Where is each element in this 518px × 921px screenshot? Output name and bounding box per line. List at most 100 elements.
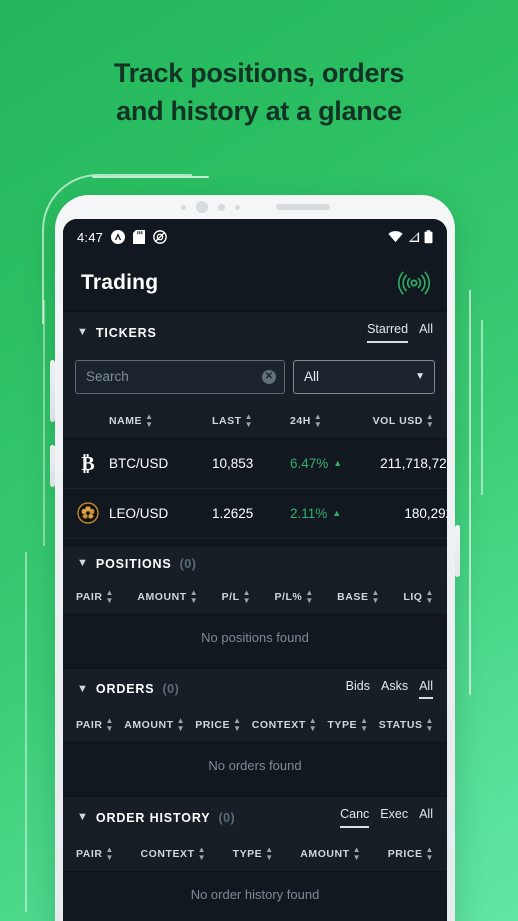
column-header-price[interactable]: PRICE ▲ ▼ bbox=[387, 844, 434, 862]
column-header-pair[interactable]: PAIR ▲ ▼ bbox=[76, 844, 114, 862]
column-label: PRICE bbox=[387, 847, 423, 860]
column-label: P/L% bbox=[274, 590, 303, 603]
sort-icon: ▲ ▼ bbox=[105, 587, 114, 605]
column-label: P/L bbox=[221, 590, 240, 603]
column-label: PRICE bbox=[195, 719, 231, 731]
sort-icon: ▲ ▼ bbox=[105, 844, 114, 862]
table-row[interactable]: LEO/USD 1.2625 2.11% ▲ 180,292 bbox=[63, 488, 447, 539]
column-header-liq[interactable]: LIQ ▲ ▼ bbox=[403, 588, 434, 605]
column-header-type[interactable]: TYPE ▲ ▼ bbox=[327, 717, 368, 733]
column-header-pair[interactable]: PAIR ▲ ▼ bbox=[76, 717, 114, 733]
sort-icon: ▲ ▼ bbox=[313, 411, 323, 429]
column-header-pl-pct[interactable]: P/L% ▲ ▼ bbox=[274, 588, 313, 605]
column-header-name[interactable]: NAME ▲ ▼ bbox=[76, 411, 212, 429]
section-header-tickers[interactable]: ▼ TICKERS Starred All bbox=[63, 311, 447, 352]
chevron-down-icon: ▼ bbox=[77, 682, 88, 695]
section-header-orders[interactable]: ▼ ORDERS (0) Bids Asks All bbox=[63, 667, 447, 708]
ticker-filter-select[interactable]: All ▼ bbox=[293, 359, 435, 394]
column-label: PAIR bbox=[76, 590, 103, 603]
search-input[interactable]: Search ✕ bbox=[75, 359, 285, 394]
order-history-tab-group: Canc Exec All bbox=[340, 808, 433, 828]
hat-icon bbox=[111, 230, 126, 244]
column-header-last[interactable]: LAST ▲ ▼ bbox=[212, 412, 290, 429]
column-label: TYPE bbox=[232, 847, 263, 860]
tab-orders-asks[interactable]: Asks bbox=[381, 679, 408, 700]
sensor-dot-icon bbox=[180, 204, 186, 210]
clear-search-icon[interactable]: ✕ bbox=[262, 369, 276, 384]
column-label: BASE bbox=[337, 590, 369, 603]
tab-tickers-all[interactable]: All bbox=[419, 323, 433, 343]
sort-icon: ▲ ▼ bbox=[425, 844, 434, 862]
ticker-volume-usd: 211,718,724 bbox=[380, 455, 447, 471]
side-button-right[interactable] bbox=[455, 525, 460, 577]
sort-icon: ▲ ▼ bbox=[308, 716, 318, 733]
tickers-tab-group: Starred All bbox=[367, 323, 433, 343]
search-placeholder: Search bbox=[86, 369, 129, 384]
chevron-down-icon: ▼ bbox=[77, 326, 88, 339]
column-label: NAME bbox=[109, 414, 143, 427]
headline-line-1: Track positions, orders bbox=[113, 58, 405, 88]
section-title-positions: POSITIONS bbox=[95, 556, 172, 571]
ticker-name: LEO/USD bbox=[109, 505, 169, 521]
volume-button[interactable] bbox=[50, 360, 55, 422]
column-header-24h[interactable]: 24H ▲ ▼ bbox=[290, 411, 323, 429]
column-header-context[interactable]: CONTEXT ▲ ▼ bbox=[140, 844, 207, 862]
chevron-down-icon: ▼ bbox=[77, 811, 88, 824]
column-header-pl[interactable]: P/L ▲ ▼ bbox=[221, 587, 252, 605]
sensor-dot-icon bbox=[217, 203, 225, 211]
column-header-context[interactable]: CONTEXT ▲ ▼ bbox=[252, 717, 318, 733]
tab-history-exec[interactable]: Exec bbox=[380, 808, 408, 828]
orders-empty-state: No orders found bbox=[63, 743, 447, 790]
battery-icon bbox=[424, 230, 433, 244]
decorative-line-right-inner bbox=[481, 320, 483, 495]
column-label: TYPE bbox=[327, 719, 358, 731]
column-header-type[interactable]: TYPE ▲ ▼ bbox=[232, 845, 274, 862]
tab-orders-all[interactable]: All bbox=[419, 679, 433, 699]
power-button[interactable] bbox=[50, 445, 55, 487]
chevron-down-icon: ▼ bbox=[77, 557, 88, 569]
column-header-amount[interactable]: AMOUNT ▲ ▼ bbox=[300, 844, 362, 862]
sort-icon: ▲ ▼ bbox=[145, 411, 154, 429]
app-bar: Trading bbox=[63, 255, 447, 311]
sort-icon: ▲ ▼ bbox=[352, 844, 362, 862]
sensor-dot-icon bbox=[234, 204, 240, 210]
sort-icon: ▲ ▼ bbox=[371, 587, 380, 605]
column-header-status[interactable]: STATUS ▲ ▼ bbox=[379, 717, 434, 733]
broadcast-icon[interactable] bbox=[397, 270, 431, 296]
decorative-line-left-upper bbox=[43, 300, 45, 546]
sort-icon: ▲ ▼ bbox=[242, 587, 252, 605]
tab-history-all[interactable]: All bbox=[419, 808, 433, 828]
phone-sensor-cluster bbox=[55, 195, 455, 219]
sort-icon: ▲ ▼ bbox=[360, 716, 369, 733]
column-label: CONTEXT bbox=[251, 719, 306, 731]
positions-empty-state: No positions found bbox=[63, 614, 447, 662]
section-header-positions[interactable]: ▼ POSITIONS (0) bbox=[63, 544, 447, 580]
leo-icon bbox=[76, 501, 100, 525]
column-header-amount[interactable]: AMOUNT ▲ ▼ bbox=[124, 717, 185, 733]
table-row[interactable]: ₿ BTC/USD 10,853 6.47% ▲ 211,718,724 bbox=[63, 438, 447, 489]
tab-tickers-starred[interactable]: Starred bbox=[367, 323, 409, 343]
section-title-orders: ORDERS bbox=[95, 682, 155, 697]
earpiece-speaker-icon bbox=[275, 204, 330, 210]
tab-history-canc[interactable]: Canc bbox=[340, 808, 370, 828]
ticker-volume-usd: 180,292 bbox=[404, 505, 447, 521]
section-header-order-history[interactable]: ▼ ORDER HISTORY (0) Canc Exec All bbox=[63, 796, 447, 837]
cellular-signal-icon bbox=[407, 231, 420, 243]
column-header-amount[interactable]: AMOUNT ▲ ▼ bbox=[137, 588, 198, 605]
column-header-pair[interactable]: PAIR ▲ ▼ bbox=[76, 587, 114, 605]
ticker-24h-change: 2.11% ▲ bbox=[290, 506, 341, 521]
column-label: CONTEXT bbox=[140, 847, 195, 860]
phone-screen: 4:47 Trading ▼ TICKERS Starred All Searc… bbox=[63, 219, 447, 921]
column-label: AMOUNT bbox=[137, 590, 187, 603]
ticker-last-price: 10,853 bbox=[212, 455, 254, 471]
sort-icon: ▲ ▼ bbox=[233, 716, 242, 733]
column-header-base[interactable]: BASE ▲ ▼ bbox=[337, 587, 380, 605]
page-title: Track positions, orders and history at a… bbox=[0, 54, 518, 131]
sort-icon: ▲ ▼ bbox=[197, 844, 207, 862]
column-header-price[interactable]: PRICE ▲ ▼ bbox=[195, 717, 241, 733]
tickers-table-header: NAME ▲ ▼ LAST ▲ ▼ 24H ▲ ▼ VOL USD ▲ ▼ bbox=[63, 403, 447, 439]
orders-count: (0) bbox=[162, 682, 180, 697]
change-value: 2.11% bbox=[290, 505, 328, 521]
column-header-vol-usd[interactable]: VOL USD ▲ ▼ bbox=[322, 412, 434, 429]
tab-orders-bids[interactable]: Bids bbox=[346, 679, 370, 700]
